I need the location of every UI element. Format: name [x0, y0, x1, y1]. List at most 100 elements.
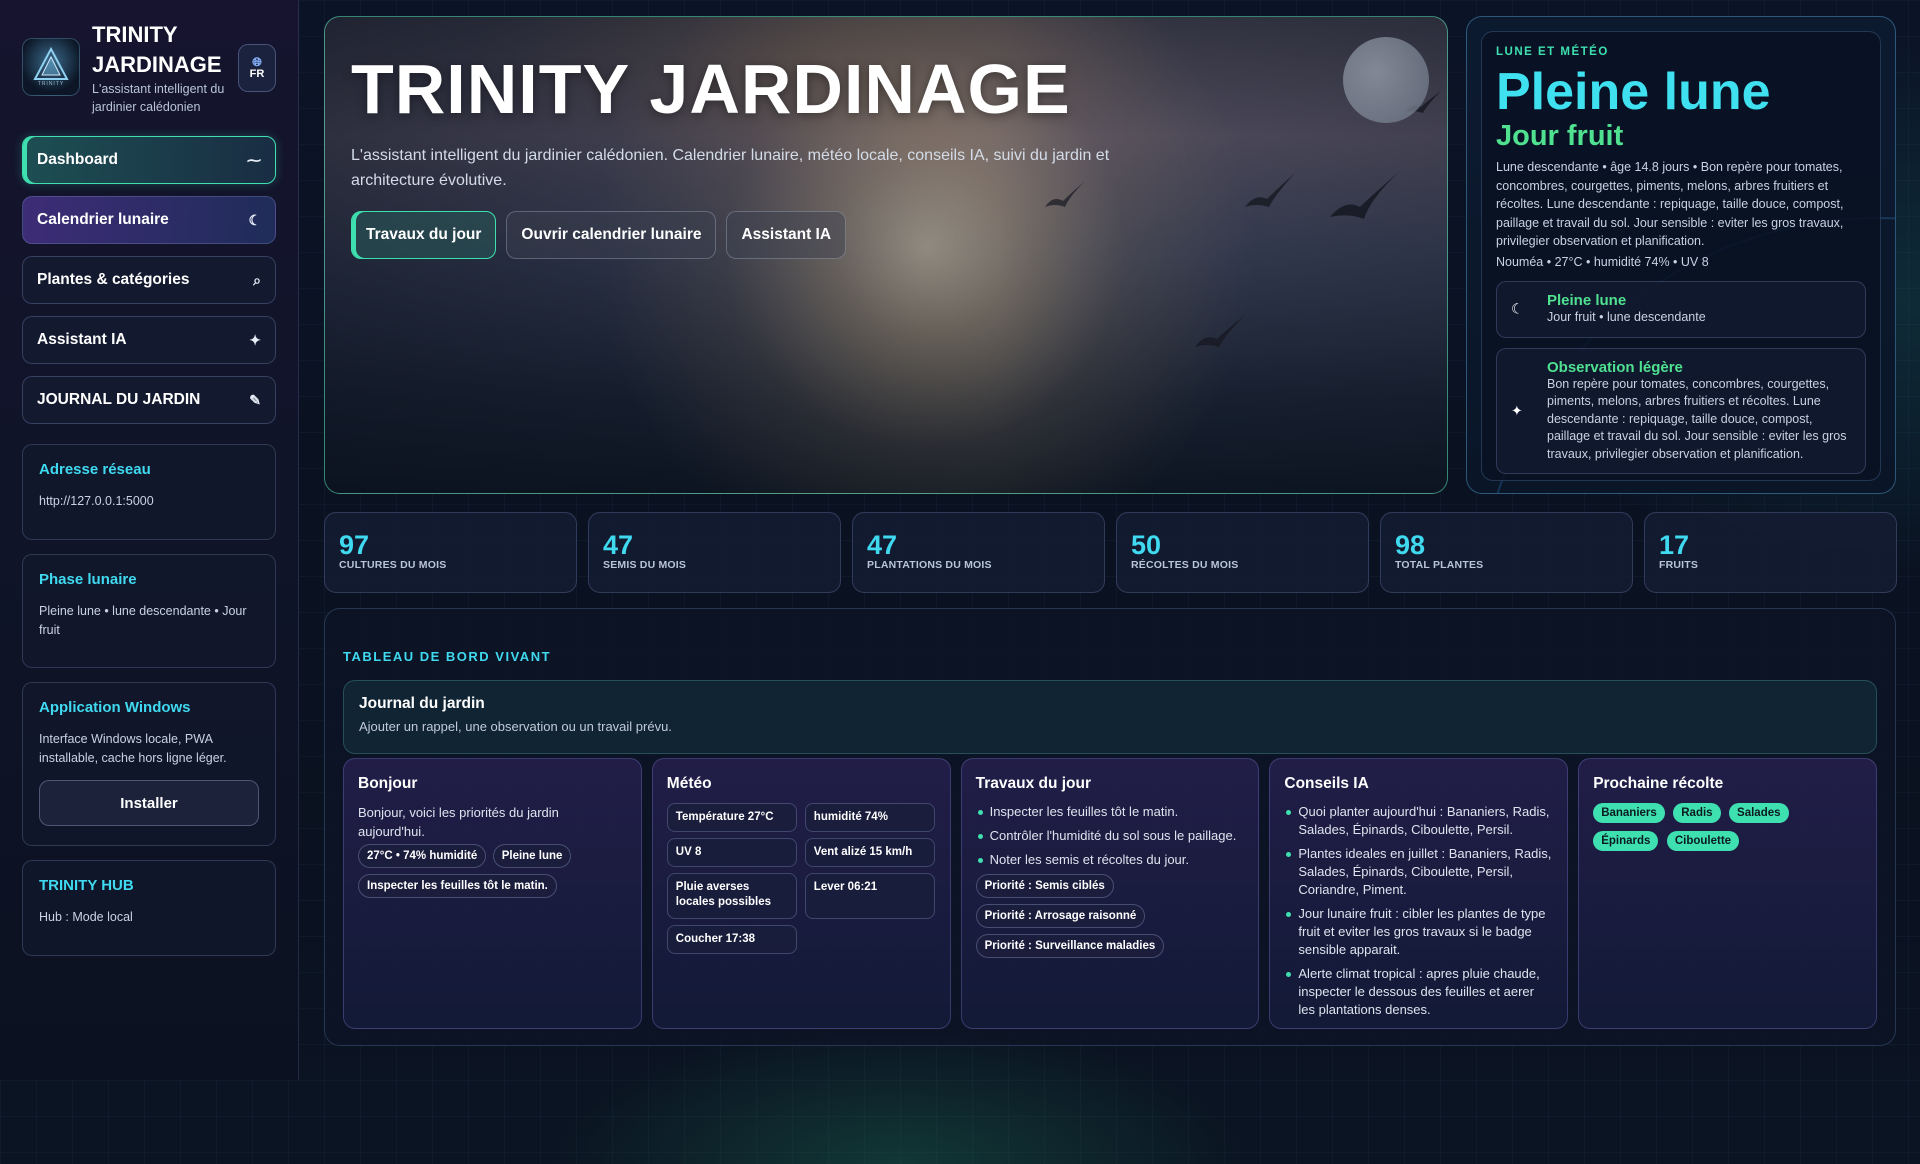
weather-card: Météo Température 27°C humidité 74% UV 8… — [651, 758, 951, 1029]
weather-grid: Température 27°C humidité 74% UV 8 Vent … — [666, 803, 936, 954]
ai-advice-card: Conseils IA Quoi planter aujourd'hui : B… — [1269, 758, 1569, 1029]
mini-card-text: Jour fruit • lune descendante — [1547, 310, 1706, 324]
dashboard-columns: Bonjour Bonjour, voici les priorités du … — [343, 758, 1877, 1029]
garden-journal-card[interactable]: Journal du jardin Ajouter un rappel, une… — [343, 680, 1877, 754]
daily-tasks-card: Travaux du jour Inspecter les feuilles t… — [960, 758, 1260, 1029]
journal-title: Journal du jardin — [359, 695, 485, 712]
hero-banner: TRINITY JARDINAGE L'assistant intelligen… — [324, 16, 1448, 494]
weather-humidity: humidité 74% — [804, 803, 935, 832]
list-item: Quoi planter aujourd'hui : Bananiers, Ra… — [1284, 803, 1553, 839]
nav-dashboard[interactable]: Dashboard ⁓ — [22, 136, 276, 184]
list-item: Inspecter les feuilles tôt le matin. — [976, 803, 1245, 821]
stats-row: 97 CULTURES DU MOIS 47 SEMIS DU MOIS 47 … — [324, 512, 1897, 593]
mini-card-title: Observation légère — [1547, 358, 1683, 376]
stat-card-recoltes: 50 RÉCOLTES DU MOIS — [1116, 512, 1369, 593]
card-title: Conseils IA — [1284, 775, 1369, 792]
priority-pill: Priorité : Arrosage raisonné — [975, 904, 1146, 928]
harvest-tag: Épinards — [1593, 831, 1659, 851]
card-title: Bonjour — [358, 775, 418, 792]
stat-card-plantations: 47 PLANTATIONS DU MOIS — [852, 512, 1105, 593]
moon-phase-title: Pleine lune — [1496, 63, 1771, 121]
sparkle-icon: ✦ — [1511, 402, 1523, 419]
list-item: Alerte climat tropical : apres pluie cha… — [1284, 965, 1553, 1019]
card-title: TRINITY HUB — [39, 877, 134, 894]
card-title: Prochaine récolte — [1593, 775, 1724, 792]
lunar-phase-text: Pleine lune • lune descendante • Jour fr… — [39, 604, 247, 637]
next-harvest-card: Prochaine récolte Bananiers Radis Salade… — [1578, 758, 1877, 1029]
journal-text: Ajouter un rappel, une observation ou un… — [359, 719, 672, 734]
list-item: Jour lunaire fruit : cibler les plantes … — [1284, 905, 1553, 959]
stat-label: SEMIS DU MOIS — [603, 559, 687, 571]
live-dashboard: TABLEAU DE BORD VIVANT Journal du jardin… — [324, 608, 1896, 1046]
weather-rain: Pluie averses locales possibles — [666, 873, 797, 919]
nav-label: JOURNAL DU JARDIN — [37, 391, 201, 408]
list-item: Plantes ideales en juillet : Bananiers, … — [1284, 845, 1553, 899]
stat-card-total-plantes: 98 TOTAL PLANTES — [1380, 512, 1633, 593]
nav-label: Calendrier lunaire — [37, 211, 169, 228]
weather-pill: 27°C • 74% humidité — [358, 844, 487, 868]
brand-title-line1: TRINITY — [92, 22, 178, 47]
harvest-tag: Ciboulette — [1666, 831, 1740, 851]
weather-wind: Vent alizé 15 km/h — [804, 838, 935, 867]
language-button[interactable]: 🌐︎ FR — [238, 44, 276, 92]
globe-icon: 🌐︎ — [252, 55, 262, 69]
harvest-tags: Bananiers Radis Salades Épinards Ciboule… — [1593, 803, 1862, 859]
observation-card: ✦ Observation légère Bon repère pour tom… — [1496, 347, 1866, 474]
hello-pills: 27°C • 74% humidité Pleine lune Inspecte… — [358, 841, 627, 901]
card-title: Adresse réseau — [39, 461, 151, 478]
panel-eyebrow: LUNE ET MÉTÉO — [1496, 46, 1609, 58]
weather-uv: UV 8 — [666, 838, 797, 867]
hero-actions: Travaux du jour Ouvrir calendrier lunair… — [351, 211, 1131, 259]
network-address-card: Adresse réseau http://127.0.0.1:5000 — [22, 444, 276, 540]
language-code: FR — [249, 68, 265, 80]
harvest-tag: Radis — [1673, 803, 1721, 823]
ai-assistant-button[interactable]: Assistant IA — [726, 211, 847, 259]
trinity-logo: TRINITY — [22, 38, 80, 96]
windows-app-text: Interface Windows locale, PWA installabl… — [39, 732, 227, 765]
moon-icon: ☾ — [1511, 300, 1524, 317]
brand-title-line2: JARDINAGE — [92, 52, 222, 77]
hello-text: Bonjour, voici les priorités du jardin a… — [358, 805, 559, 839]
sidebar: TRINITY TRINITY JARDINAGE L'assistant in… — [0, 0, 299, 1080]
priority-pill: Priorité : Semis ciblés — [975, 874, 1114, 898]
stat-label: PLANTATIONS DU MOIS — [867, 559, 992, 571]
brand-text: TRINITY JARDINAGE L'assistant intelligen… — [92, 20, 242, 116]
moon-description: Lune descendante • âge 14.8 jours • Bon … — [1496, 160, 1844, 248]
stat-card-semis: 47 SEMIS DU MOIS — [588, 512, 841, 593]
lunar-phase-card: Phase lunaire Pleine lune • lune descend… — [22, 554, 276, 668]
trinity-hub-card: TRINITY HUB Hub : Mode local — [22, 860, 276, 956]
sparkle-icon: ✦ — [249, 331, 261, 348]
moon-pill: Pleine lune — [492, 844, 572, 868]
windows-app-card: Application Windows Interface Windows lo… — [22, 682, 276, 846]
harvest-tag: Bananiers — [1593, 803, 1665, 823]
nav-ai-assistant[interactable]: Assistant IA ✦ — [22, 316, 276, 364]
ai-advice-list: Quoi planter aujourd'hui : Bananiers, Ra… — [1284, 803, 1553, 1019]
weather-temperature: Température 27°C — [666, 803, 797, 832]
stat-card-fruits: 17 FRUITS — [1644, 512, 1897, 593]
triangle-logo-icon — [33, 47, 69, 80]
dashboard-title: TABLEAU DE BORD VIVANT — [343, 649, 552, 664]
stat-value: 17 — [1659, 530, 1690, 560]
stat-label: CULTURES DU MOIS — [339, 559, 447, 571]
install-button[interactable]: Installer — [39, 780, 259, 826]
open-lunar-calendar-button[interactable]: Ouvrir calendrier lunaire — [506, 211, 717, 259]
hero-description: L'assistant intelligent du jardinier cal… — [351, 147, 1110, 189]
mini-card-title: Pleine lune — [1547, 292, 1627, 309]
task-list: Inspecter les feuilles tôt le matin. Con… — [976, 803, 1245, 869]
pencil-icon: ✎ — [249, 391, 261, 408]
daily-tasks-button[interactable]: Travaux du jour — [351, 211, 497, 259]
weather-sunset: Coucher 17:38 — [666, 925, 797, 954]
list-item: Contrôler l'humidité du sol sous le pail… — [976, 827, 1245, 845]
stat-value: 50 — [1131, 530, 1162, 560]
nav-garden-journal[interactable]: JOURNAL DU JARDIN ✎ — [22, 376, 276, 424]
main-nav: Dashboard ⁓ Calendrier lunaire ☾ Plantes… — [22, 136, 276, 424]
stat-value: 97 — [339, 530, 370, 560]
nav-plants[interactable]: Plantes & catégories ⌕ — [22, 256, 276, 304]
moon-phase-card: ☾ Pleine lune Jour fruit • lune descenda… — [1496, 281, 1866, 338]
nav-lunar-calendar[interactable]: Calendrier lunaire ☾ — [22, 196, 276, 244]
stat-value: 47 — [603, 530, 634, 560]
network-address: http://127.0.0.1:5000 — [39, 494, 154, 508]
hub-mode-text: Hub : Mode local — [39, 910, 133, 924]
list-item: Noter les semis et récoltes du jour. — [976, 851, 1245, 869]
brand-subtitle: L'assistant intelligent du jardinier cal… — [92, 82, 225, 114]
